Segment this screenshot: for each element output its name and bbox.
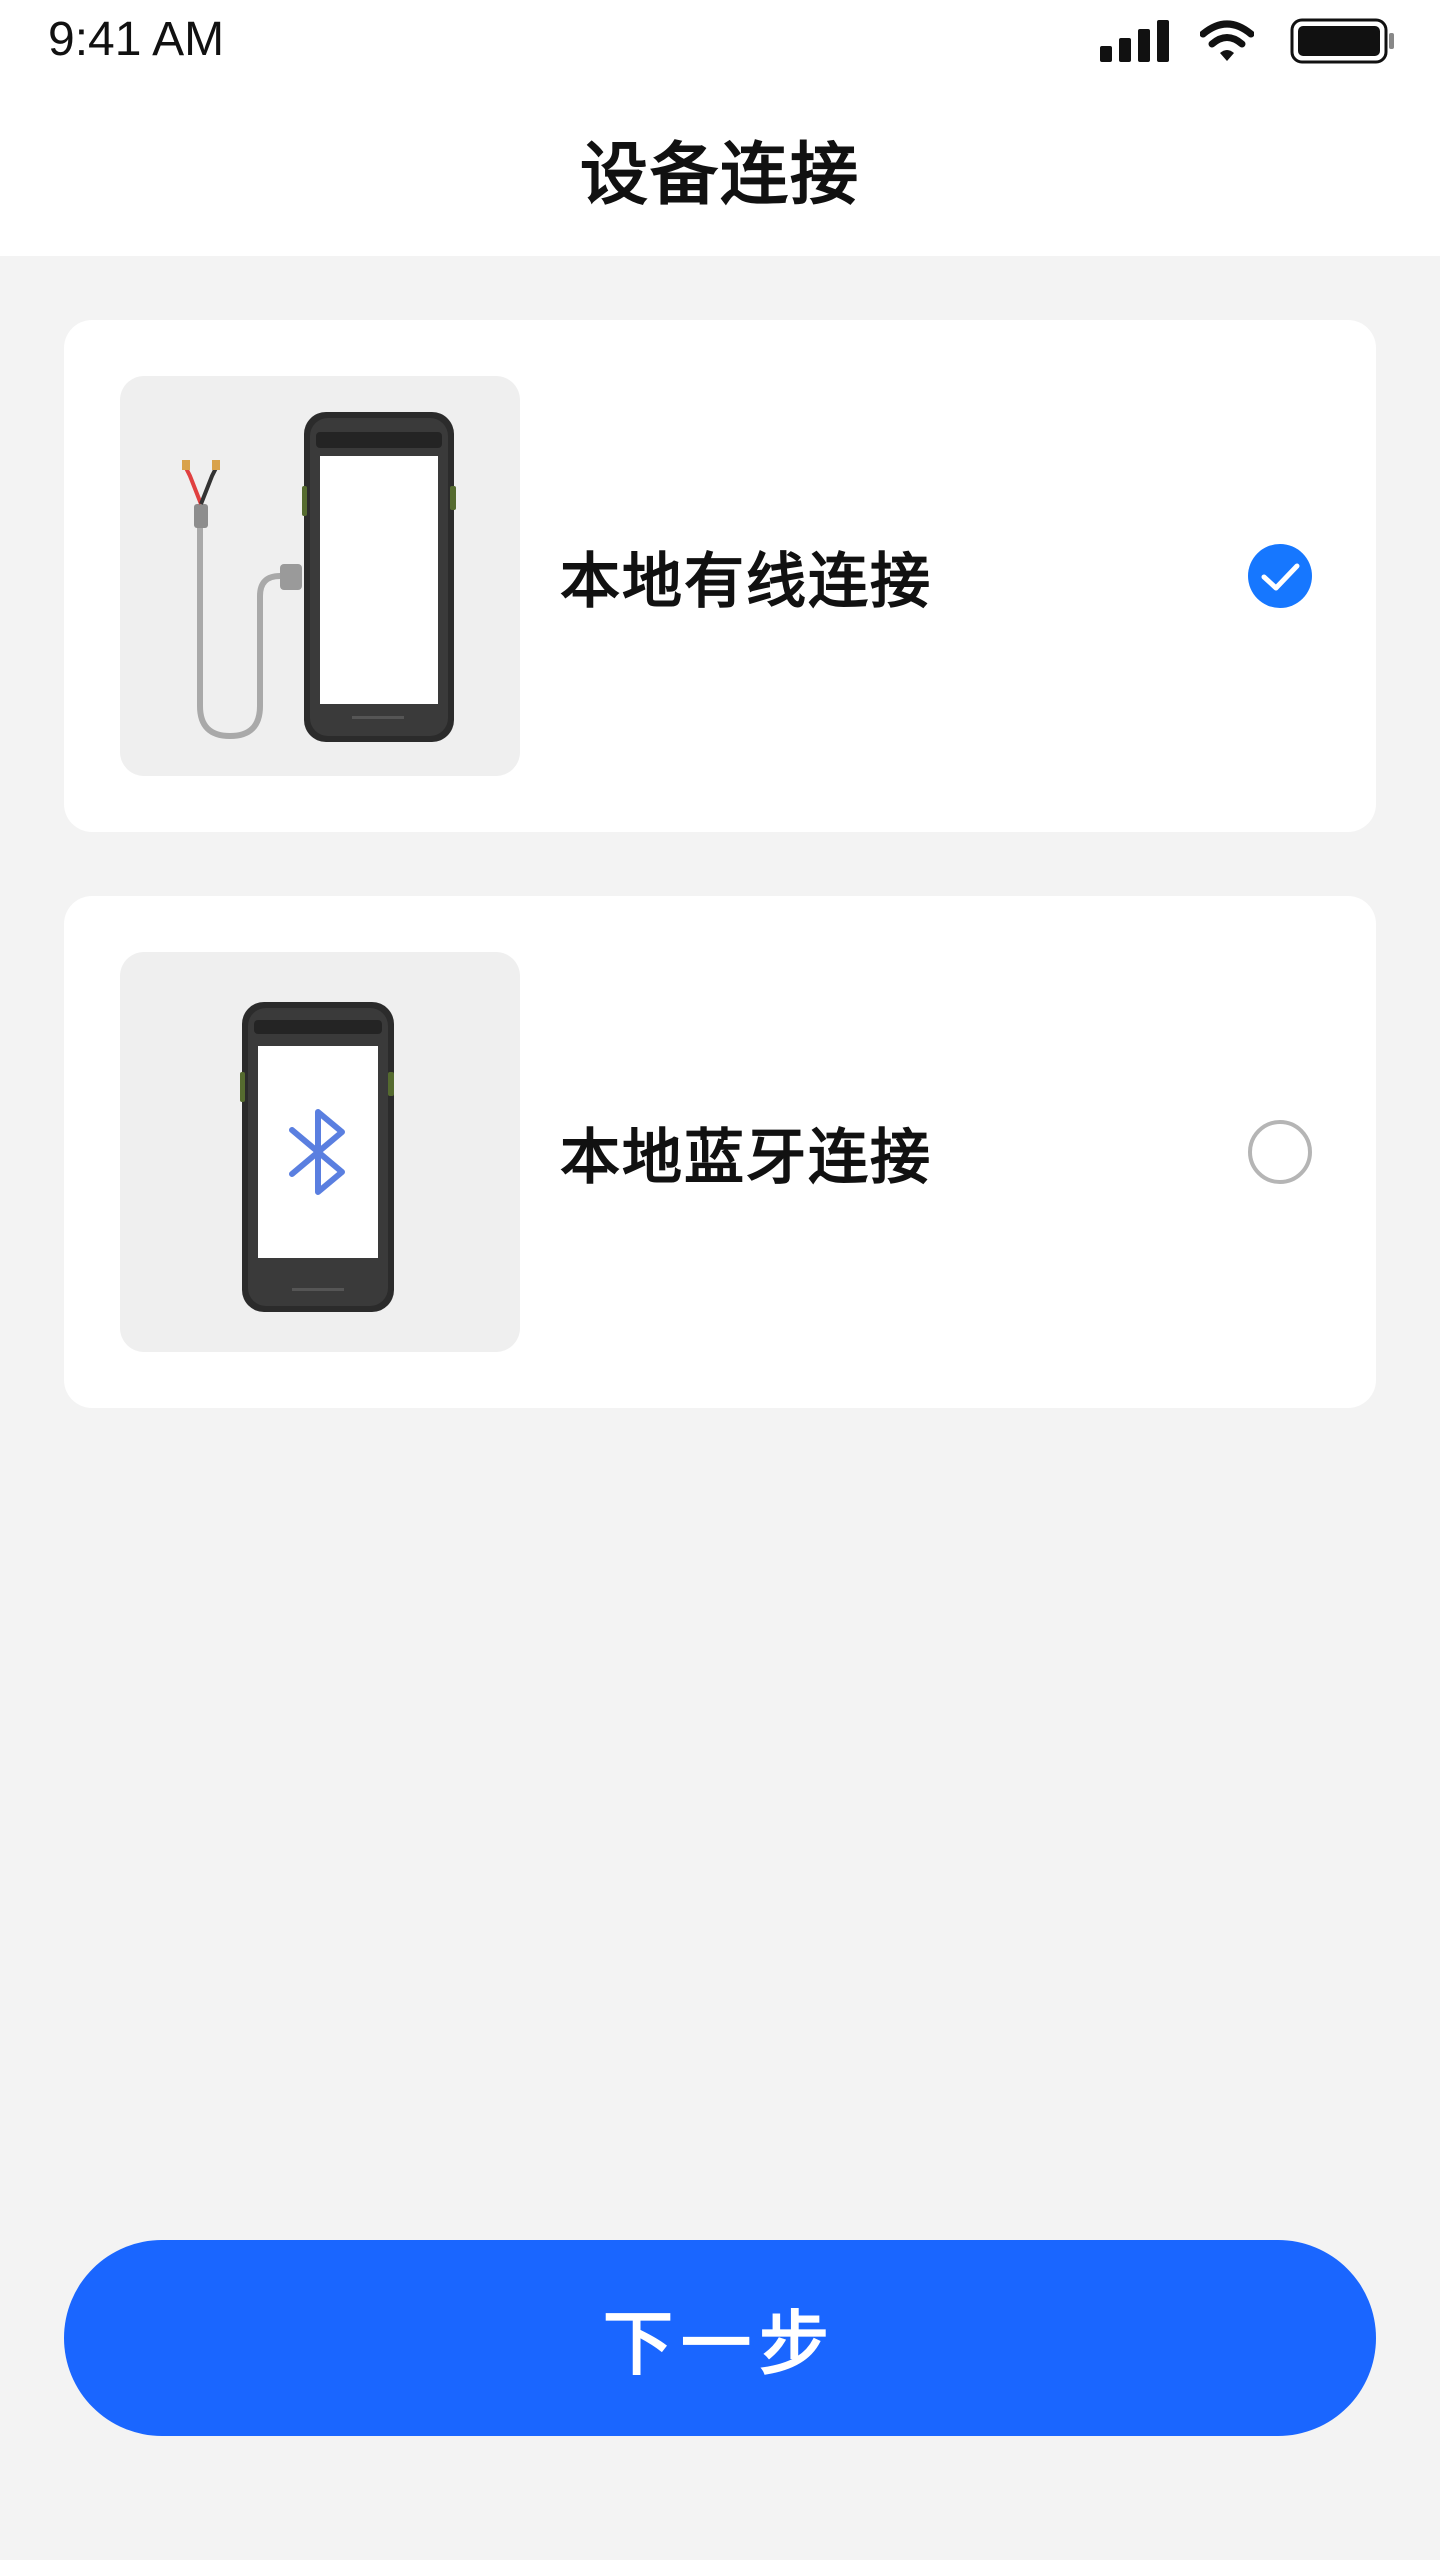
wifi-icon <box>1200 20 1254 61</box>
battery-icon <box>1290 18 1394 64</box>
next-button[interactable]: 下一步 <box>64 2240 1376 2436</box>
option-card-wired[interactable]: 本地有线连接 <box>64 320 1376 832</box>
option-label-bluetooth: 本地蓝牙连接 <box>560 1122 932 1193</box>
option-label-wired: 本地有线连接 <box>560 546 932 617</box>
nav-bar: 设备连接 <box>0 80 1440 256</box>
option-card-bluetooth[interactable]: 本地蓝牙连接 <box>64 896 1376 1408</box>
radio-unchecked-icon[interactable] <box>1248 1120 1312 1184</box>
phone-with-bluetooth-illustration <box>120 952 520 1352</box>
status-time: 9:41 AM <box>48 13 225 66</box>
page-title: 设备连接 <box>579 135 860 215</box>
status-bar: 9:41 AM <box>0 0 1440 80</box>
radio-checked-icon[interactable] <box>1248 544 1312 608</box>
signal-bars-icon <box>1100 20 1169 62</box>
phone-with-cable-illustration <box>120 376 520 776</box>
status-icons <box>1100 18 1396 64</box>
